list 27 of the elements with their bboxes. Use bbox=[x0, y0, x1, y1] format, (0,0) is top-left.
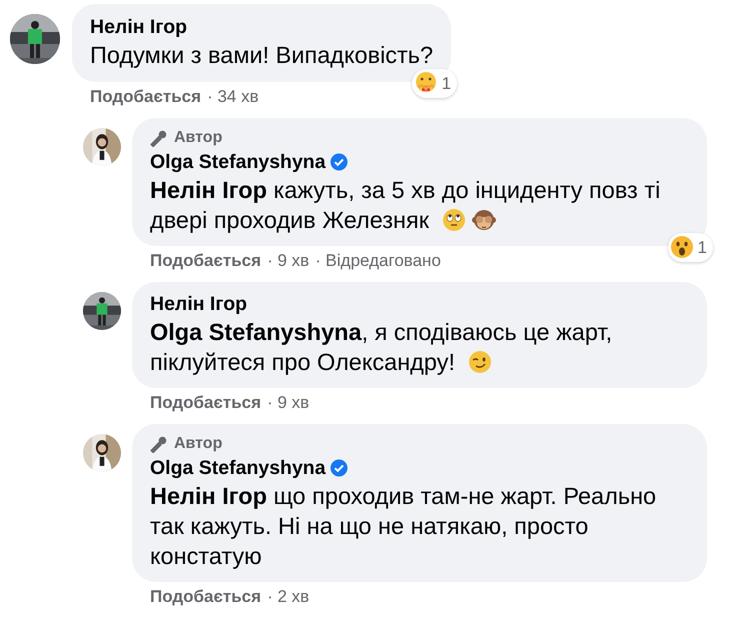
reaction-count[interactable]: 1 bbox=[412, 68, 458, 98]
author-name[interactable]: Olga Stefanyshyna bbox=[150, 455, 326, 481]
comment-text: Olga Stefanyshyna, я сподіваюсь це жарт, піклуйтеся про Олександру! bbox=[150, 318, 614, 377]
like-button[interactable]: Подобається bbox=[150, 586, 262, 608]
timestamp[interactable]: · 2 хв bbox=[267, 586, 310, 608]
microphone-icon bbox=[150, 435, 168, 453]
eye-roll-emoji-icon bbox=[442, 208, 466, 232]
timestamp[interactable]: · 9 хв bbox=[267, 250, 310, 272]
monkey-emoji-icon bbox=[472, 208, 496, 232]
timestamp[interactable]: · 34 хв bbox=[207, 86, 259, 108]
author-name[interactable]: Нелін Ігор bbox=[150, 291, 248, 317]
microphone-icon bbox=[150, 129, 168, 147]
comment-text: Подумки з вами! Випадковість? bbox=[90, 41, 434, 70]
wow-emoji-icon bbox=[670, 235, 694, 260]
author-name[interactable]: Нелін Ігор bbox=[90, 14, 188, 40]
like-button[interactable]: Подобається bbox=[150, 392, 262, 414]
reaction-count[interactable]: 1 bbox=[668, 232, 713, 262]
like-button[interactable]: Подобається bbox=[90, 86, 202, 108]
like-button[interactable]: Подобається bbox=[150, 250, 262, 272]
comment-text: Нелін Ігор що проходив там-не жарт. Реально так кажуть. Ні на що не натякаю, просто констатую bbox=[150, 482, 658, 571]
comment-text: Нелін Ігор кажуть, за 5 хв до інциденту повз ті двері проходив Железняк bbox=[150, 176, 662, 235]
edited-label: · Відредаговано bbox=[315, 250, 441, 272]
timestamp[interactable]: · 9 хв bbox=[267, 392, 310, 414]
author-name[interactable]: Olga Stefanyshyna bbox=[150, 149, 326, 175]
author-label: Автор bbox=[174, 434, 222, 454]
wink-emoji-icon bbox=[468, 350, 492, 374]
author-label: Автор bbox=[174, 128, 222, 148]
